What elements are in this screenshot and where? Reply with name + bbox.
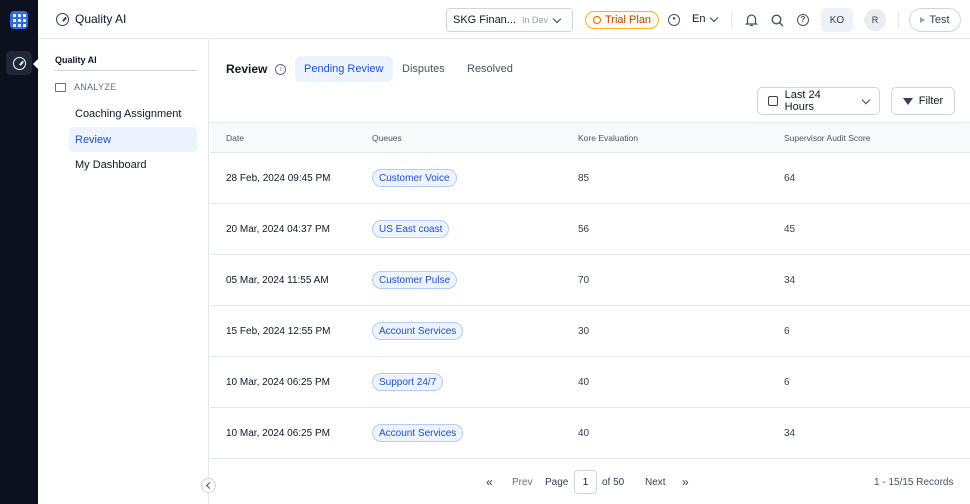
- pagination: « Prev Page of 50 Next » 1 - 15/15 Recor…: [210, 469, 970, 495]
- audit-score-cell: 34: [784, 275, 796, 286]
- kore-evaluation-cell: 56: [578, 224, 590, 235]
- play-icon: [920, 17, 926, 23]
- first-page-icon[interactable]: «: [486, 476, 493, 488]
- table-row[interactable]: 10 Mar, 2024 06:25 PM Account Services 4…: [210, 408, 970, 459]
- page-label: Page: [545, 477, 569, 488]
- presentation-icon: [55, 82, 66, 92]
- gauge-icon: [12, 56, 26, 70]
- audit-score-cell: 6: [784, 326, 790, 337]
- tab-resolved[interactable]: Resolved: [458, 56, 522, 82]
- info-icon[interactable]: i: [275, 63, 287, 75]
- filter-icon: [902, 97, 913, 105]
- date-cell: 10 Mar, 2024 06:25 PM: [226, 377, 330, 388]
- date-cell: 28 Feb, 2024 09:45 PM: [226, 173, 331, 184]
- nav-item-my-dashboard[interactable]: My Dashboard: [69, 152, 197, 177]
- nav-section-label: ANALYZE: [74, 82, 117, 92]
- last-page-icon[interactable]: »: [682, 476, 689, 488]
- calendar-icon: [768, 96, 778, 106]
- table-row[interactable]: 28 Feb, 2024 09:45 PM Customer Voice 85 …: [210, 153, 970, 204]
- left-rail: [0, 39, 38, 504]
- app-title-label: Quality AI: [75, 12, 127, 26]
- table-row[interactable]: 10 Mar, 2024 06:25 PM Support 24/7 40 6: [210, 357, 970, 408]
- date-cell: 10 Mar, 2024 06:25 PM: [226, 428, 330, 439]
- prev-button[interactable]: Prev: [512, 477, 533, 488]
- audit-score-cell: 6: [784, 377, 790, 388]
- queue-chip: Account Services: [372, 424, 464, 442]
- app-title: Quality AI: [56, 12, 126, 26]
- page-total: of 50: [602, 477, 625, 488]
- records-count: 1 - 15/15 Records: [874, 477, 954, 488]
- time-range-label: Last 24 Hours: [784, 89, 821, 113]
- grid-icon: [10, 10, 28, 29]
- rail-item-quality-ai[interactable]: [6, 51, 32, 75]
- page-title: Review i: [226, 62, 287, 76]
- column-header-queues[interactable]: Queues: [372, 133, 402, 143]
- workspace-env: In Dev: [521, 15, 548, 25]
- kore-evaluation-cell: 30: [578, 326, 590, 337]
- filter-label: Filter: [918, 95, 944, 107]
- time-range-select[interactable]: Last 24 Hours: [757, 87, 880, 115]
- nav-title: Quality AI: [55, 55, 97, 65]
- kore-evaluation-cell: 40: [578, 428, 590, 439]
- search-icon[interactable]: [770, 13, 784, 27]
- chevron-down-icon: [861, 95, 871, 104]
- main-content: Review i Pending Review Disputes Resolve…: [210, 39, 970, 504]
- app-launcher-button[interactable]: [0, 0, 38, 39]
- tab-disputes[interactable]: Disputes: [393, 56, 454, 82]
- settings-icon[interactable]: ●: [667, 13, 681, 27]
- workspace-select[interactable]: SKG Finan... In Dev: [446, 8, 573, 32]
- secondary-avatar[interactable]: R: [864, 9, 886, 31]
- date-cell: 20 Mar, 2024 04:37 PM: [226, 224, 330, 235]
- table-header: Date Queues Kore Evaluation Supervisor A…: [210, 122, 970, 153]
- divider: [898, 12, 899, 28]
- next-button[interactable]: Next: [645, 477, 666, 488]
- column-header-kore-evaluation[interactable]: Kore Evaluation: [578, 133, 638, 143]
- tab-pending-review[interactable]: Pending Review: [295, 56, 393, 82]
- test-button[interactable]: Test: [909, 8, 961, 32]
- gauge-icon: [56, 12, 69, 26]
- kore-evaluation-cell: 70: [578, 275, 590, 286]
- language-select[interactable]: En: [692, 13, 719, 25]
- audit-score-cell: 34: [784, 428, 796, 439]
- page-title-label: Review: [226, 62, 268, 76]
- help-icon[interactable]: ?: [796, 13, 810, 27]
- date-cell: 15 Feb, 2024 12:55 PM: [226, 326, 331, 337]
- kore-evaluation-cell: 40: [578, 377, 590, 388]
- audit-score-cell: 45: [784, 224, 796, 235]
- chevron-down-icon: [552, 14, 562, 23]
- user-avatar[interactable]: KO: [821, 8, 853, 32]
- divider: [54, 70, 197, 71]
- nav-section-analyze: ANALYZE: [55, 82, 116, 92]
- trial-plan-badge[interactable]: Trial Plan: [585, 11, 660, 29]
- column-header-date[interactable]: Date: [226, 133, 244, 143]
- table-row[interactable]: 15 Feb, 2024 12:55 PM Account Services 3…: [210, 306, 970, 357]
- audit-score-cell: 64: [784, 173, 796, 184]
- workspace-name: SKG Finan...: [453, 14, 516, 26]
- trial-label: Trial Plan: [605, 14, 652, 26]
- table-row[interactable]: 20 Mar, 2024 04:37 PM US East coast 56 4…: [210, 204, 970, 255]
- kore-evaluation-cell: 85: [578, 173, 590, 184]
- top-bar: Quality AI SKG Finan... In Dev Trial Pla…: [0, 0, 970, 39]
- date-cell: 05 Mar, 2024 11:55 AM: [226, 275, 329, 286]
- test-label: Test: [929, 14, 950, 26]
- chevron-down-icon: [710, 13, 719, 22]
- trial-icon: [593, 16, 601, 24]
- language-label: En: [692, 13, 706, 25]
- column-header-supervisor-audit-score[interactable]: Supervisor Audit Score: [784, 133, 870, 143]
- queue-chip: Customer Pulse: [372, 271, 458, 289]
- table-row[interactable]: 05 Mar, 2024 11:55 AM Customer Pulse 70 …: [210, 255, 970, 306]
- queue-chip: US East coast: [372, 220, 450, 238]
- nav-item-coaching-assignment[interactable]: Coaching Assignment: [69, 101, 197, 126]
- queue-chip: Support 24/7: [372, 373, 444, 391]
- divider: [731, 12, 732, 28]
- nav-panel: Quality AI ANALYZE Coaching Assignment R…: [38, 39, 209, 504]
- bell-icon[interactable]: [744, 13, 758, 27]
- page-number-input[interactable]: [574, 470, 597, 494]
- filter-button[interactable]: Filter: [891, 87, 955, 115]
- nav-item-review[interactable]: Review: [69, 127, 197, 152]
- queue-chip: Customer Voice: [372, 169, 457, 187]
- queue-chip: Account Services: [372, 322, 464, 340]
